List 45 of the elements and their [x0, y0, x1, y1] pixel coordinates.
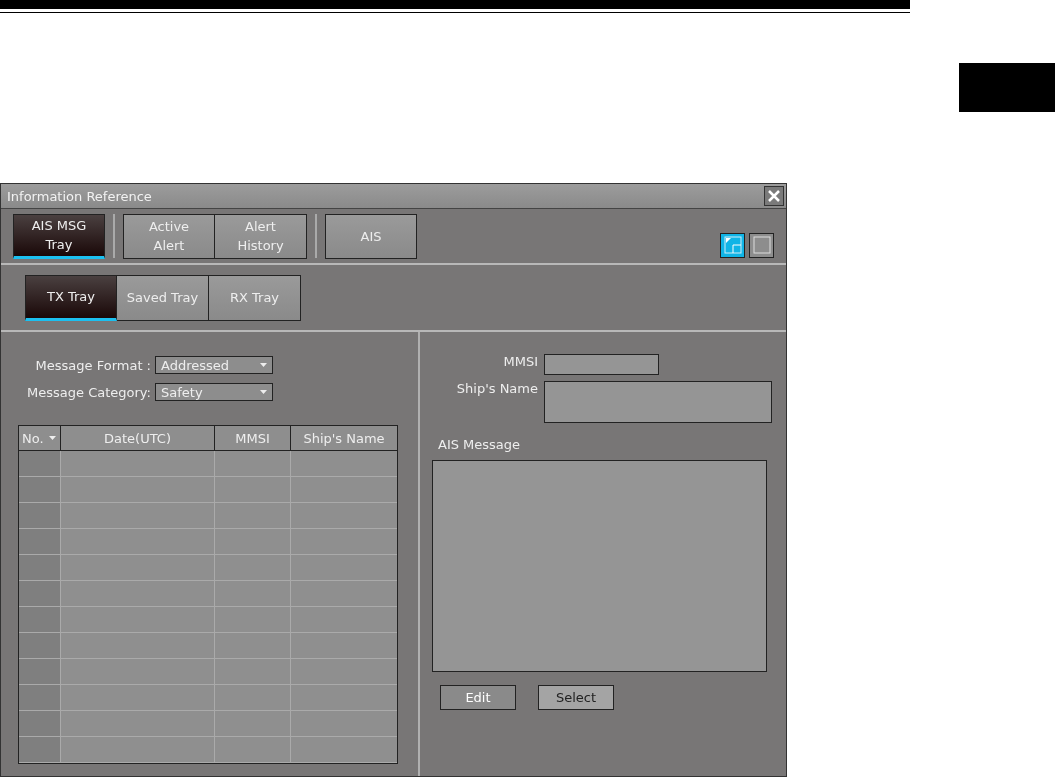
table-row[interactable] [19, 581, 397, 607]
table-row[interactable] [19, 633, 397, 659]
table-row[interactable] [19, 711, 397, 737]
caret-icon [260, 363, 267, 367]
close-button[interactable] [764, 186, 784, 206]
layout-button[interactable] [749, 232, 774, 258]
sub-tab[interactable]: Saved Tray [117, 274, 209, 321]
column-header[interactable]: Date(UTC) [61, 426, 215, 451]
dropdown[interactable]: Safety [155, 383, 273, 401]
action-button[interactable]: Select [538, 685, 614, 710]
mmsi-field[interactable] [544, 354, 659, 375]
field-label: Ship's Name [455, 381, 539, 396]
message-field[interactable] [432, 460, 767, 672]
section-label: AIS Message [438, 437, 522, 452]
table-row[interactable] [19, 737, 397, 763]
single-layout-icon [752, 236, 771, 254]
sub-tab[interactable]: RX Tray [209, 274, 301, 321]
sort-caret-icon [48, 436, 56, 440]
column-header[interactable]: No. [19, 426, 61, 451]
close-icon [766, 188, 782, 204]
main-tab[interactable]: AIS MSG Tray [13, 213, 105, 259]
layout-button[interactable] [720, 232, 745, 258]
table-row[interactable] [19, 451, 397, 477]
table-row[interactable] [19, 529, 397, 555]
main-tab[interactable]: Active Alert [123, 213, 215, 259]
caret-icon [260, 390, 267, 394]
table-row[interactable] [19, 503, 397, 529]
field-label: MMSI [502, 354, 539, 369]
split-layout-icon [723, 236, 742, 254]
table-row[interactable] [19, 555, 397, 581]
table-row[interactable] [19, 659, 397, 685]
table-row[interactable] [19, 607, 397, 633]
dropdown[interactable]: Addressed [155, 356, 273, 374]
table-row[interactable] [19, 685, 397, 711]
sub-tab[interactable]: TX Tray [25, 274, 117, 321]
main-tab[interactable]: AIS [325, 213, 417, 259]
column-header[interactable]: Ship's Name [291, 426, 397, 451]
action-button[interactable]: Edit [440, 685, 516, 710]
table-row[interactable] [19, 477, 397, 503]
main-tab[interactable]: Alert History [215, 213, 307, 259]
filter-label: Message Format : [34, 357, 152, 373]
filter-label: Message Category: [26, 384, 152, 400]
column-header[interactable]: MMSI [215, 426, 291, 451]
ship-name-field[interactable] [544, 381, 772, 423]
window-title: Information Reference [7, 188, 152, 204]
